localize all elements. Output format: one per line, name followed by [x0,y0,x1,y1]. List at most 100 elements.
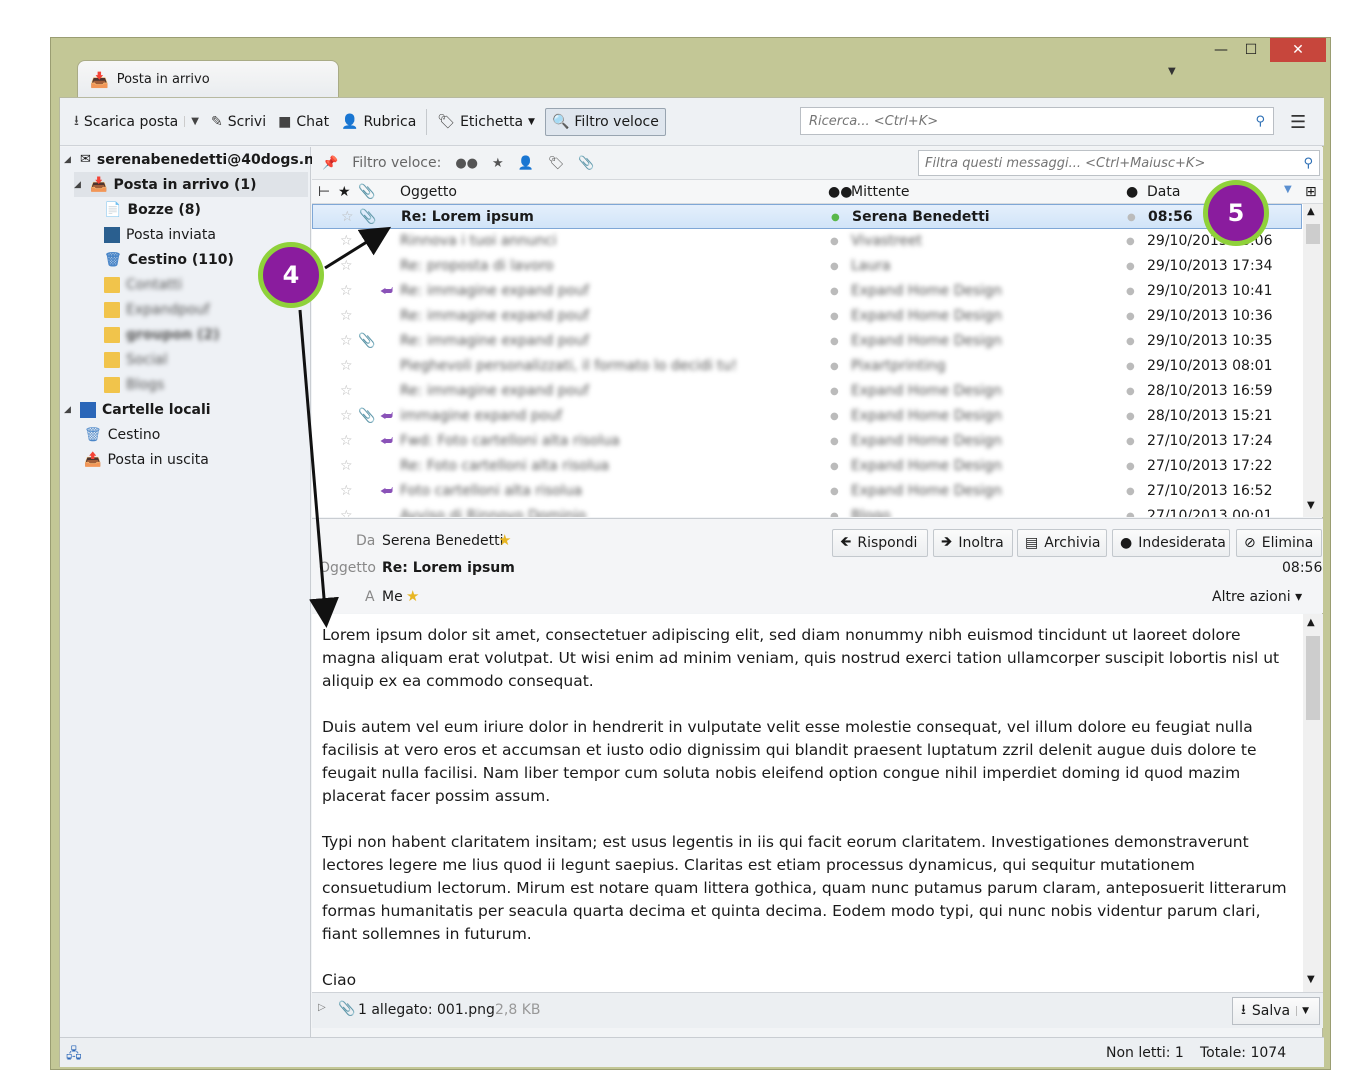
message-row[interactable]: ☆ 📎 Re: Lorem ipsum ● Serena Benedetti ● 08:56 [312,204,1302,229]
message-row[interactable]: ☆ Rinnova i tuoi annunci ● Vivastreet ● 29/10… [312,229,1302,254]
message-row[interactable]: ☆ ⮨ Re: immagine expand pouf ● Expand Home D… [312,279,1302,304]
column-date[interactable]: Data [1147,184,1180,200]
read-status-icon[interactable]: ● [830,486,839,497]
collapse-icon[interactable]: ◢ [74,180,84,190]
thread-scroll-thumb[interactable] [1306,224,1320,244]
folder-trash[interactable]: 🗑 Cestino (110) [104,247,234,272]
contact-filter-icon[interactable]: 👤 [518,156,534,171]
star-icon[interactable]: ★ [498,531,511,549]
junk-status-icon[interactable]: ● [1126,411,1135,422]
star-icon[interactable]: ☆ [340,308,353,324]
message-row[interactable]: ☆ Pieghevoli personalizzati, il formato l… [312,354,1302,379]
read-status-icon[interactable]: ● [830,261,839,272]
collapse-icon[interactable]: ◢ [64,405,74,415]
junk-status-icon[interactable]: ● [1126,436,1135,447]
junk-status-icon[interactable]: ● [1126,286,1135,297]
folder-local-trash[interactable]: 🗑 Cestino [84,422,160,447]
column-picker-icon[interactable]: ⊞ [1305,184,1317,200]
column-sender[interactable]: Mittente [851,184,910,200]
junk-status-icon[interactable]: ● [1126,311,1135,322]
more-actions-button[interactable]: Altre azioni ▾ [1212,589,1302,605]
read-status-icon[interactable]: ● [831,212,840,223]
junk-status-icon[interactable]: ● [1127,212,1136,223]
message-row[interactable]: ☆ Re: immagine expand pouf ● Expand Home De… [312,304,1302,329]
folder-local[interactable]: ◢ Cartelle locali [64,397,211,422]
junk-column-icon[interactable]: ● [1126,184,1138,200]
junk-status-icon[interactable]: ● [1126,236,1135,247]
to-value[interactable]: Me [382,589,403,605]
junk-status-icon[interactable]: ● [1126,486,1135,497]
read-status-icon[interactable]: ● [830,386,839,397]
column-subject[interactable]: Oggetto [400,184,457,200]
star-icon[interactable]: ☆ [340,383,353,399]
hamburger-menu-icon[interactable]: ☰ [1290,112,1306,133]
write-button[interactable]: ✎ Scrivi [205,108,272,136]
download-mail-button[interactable]: ⭳ Scarica posta [68,108,184,136]
chat-button[interactable]: ■ Chat [272,108,335,136]
delete-button[interactable]: ⊘ Elimina [1236,529,1322,557]
search-icon[interactable]: ⚲ [1303,156,1313,171]
message-row[interactable]: ☆ ⮨ Fwd: Foto cartelloni alta risolua ● Expa… [312,429,1302,454]
download-dropdown-icon[interactable]: ▼ [184,116,205,127]
scroll-up-icon[interactable]: ▲ [1307,206,1315,217]
message-row[interactable]: ☆ Re: Foto cartelloni alta risolua ● Expand… [312,454,1302,479]
reply-button[interactable]: 🡸 Rispondi [832,529,928,557]
save-attachment-button[interactable]: ⭳ Salva ▼ [1232,997,1320,1025]
message-row[interactable]: ☆ ⮨ Foto cartelloni alta risolua ● Expand Ho… [312,479,1302,504]
global-search-input[interactable] [809,113,1256,129]
folder-blurred-1[interactable]: Contatti [104,272,182,297]
junk-status-icon[interactable]: ● [1126,361,1135,372]
scroll-down-icon[interactable]: ▼ [1307,500,1315,511]
folder-sent[interactable]: Posta inviata [104,222,216,247]
save-dropdown-icon[interactable]: ▼ [1296,1006,1309,1016]
read-status-icon[interactable]: ● [830,511,839,517]
folder-inbox[interactable]: ◢ 📥 Posta in arrivo (1) [74,172,308,197]
star-icon[interactable]: ☆ [340,408,353,424]
read-status-icon[interactable]: ● [830,236,839,247]
read-status-icon[interactable]: ● [830,461,839,472]
quick-filter-button[interactable]: 🔍 Filtro veloce [544,107,666,136]
star-column-icon[interactable]: ★ [338,184,351,200]
attachment-filter-icon[interactable]: 📎 [578,156,594,171]
tag-button[interactable]: 🏷 Etichetta ▼ [431,108,541,136]
read-status-icon[interactable]: ● [830,361,839,372]
read-status-icon[interactable]: ● [830,336,839,347]
read-status-icon[interactable]: ● [830,311,839,322]
tab-inbox[interactable]: 📥 Posta in arrivo [77,60,339,98]
star-icon[interactable]: ☆ [340,283,353,299]
global-search-box[interactable]: ⚲ [800,107,1274,135]
body-scroll-thumb[interactable] [1306,636,1320,720]
star-icon[interactable]: ☆ [340,258,353,274]
message-row[interactable]: ☆ 📎 Re: immagine expand pouf ● Expand Home D… [312,329,1302,354]
folder-blurred-4[interactable]: Social [104,347,168,372]
body-scrollbar[interactable]: ▲ ▼ [1303,614,1323,992]
folder-blurred-5[interactable]: Blogs [104,372,164,397]
junk-button[interactable]: ● Indesiderata [1112,529,1230,557]
minimize-button[interactable]: — [1207,38,1235,62]
maximize-button[interactable]: ☐ [1237,38,1265,62]
read-status-icon[interactable]: ● [830,286,839,297]
message-row[interactable]: ☆ Re: immagine expand pouf ● Expand Home De… [312,379,1302,404]
junk-status-icon[interactable]: ● [1126,386,1135,397]
star-icon[interactable]: ☆ [340,508,353,517]
star-icon[interactable]: ☆ [341,209,354,225]
junk-status-icon[interactable]: ● [1126,336,1135,347]
message-row[interactable]: ☆ Avviso di Rinnovo Dominio ● Blogo ● 27/10/2… [312,504,1302,517]
unread-filter-icon[interactable]: ●● [455,156,478,171]
junk-status-icon[interactable]: ● [1126,261,1135,272]
close-button[interactable]: ✕ [1270,38,1326,62]
tag-filter-icon[interactable]: 🏷 [548,156,565,171]
star-icon[interactable]: ☆ [340,458,353,474]
star-icon[interactable]: ☆ [340,333,353,349]
folder-account[interactable]: ◢ ✉ serenabenedetti@40dogs.net [64,147,330,172]
online-status-icon[interactable]: 🖧 [66,1043,82,1067]
read-status-icon[interactable]: ● [830,411,839,422]
junk-status-icon[interactable]: ● [1126,461,1135,472]
star-icon[interactable]: ☆ [340,433,353,449]
message-row[interactable]: ☆ Re: proposta di lavoro ● Laura ● 29/10/2013… [312,254,1302,279]
thread-scrollbar[interactable]: ▲ ▼ [1303,204,1323,517]
expand-attachments-icon[interactable]: ▷ [318,1002,326,1013]
archive-button[interactable]: ▤ Archivia [1017,529,1107,557]
collapse-icon[interactable]: ◢ [64,155,74,165]
pin-icon[interactable]: 📌 [322,156,338,171]
